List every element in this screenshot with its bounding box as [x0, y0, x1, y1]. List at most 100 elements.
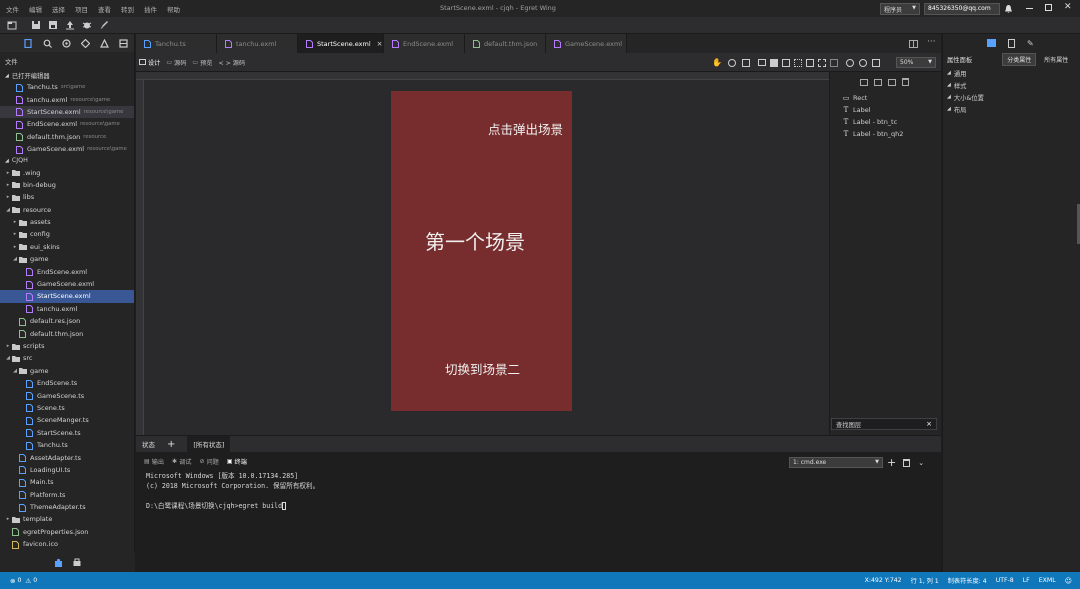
category-properties-button[interactable]: 分类属性: [1002, 53, 1037, 66]
editor-tab[interactable]: tanchu.exml: [217, 34, 298, 53]
tree-folder[interactable]: ◢ resource: [0, 204, 134, 216]
tree-folder[interactable]: ◢ game: [0, 365, 134, 377]
add-state-button[interactable]: +: [161, 436, 181, 453]
open-editor-item[interactable]: Tanchu.ts src\game: [0, 81, 134, 93]
open-editor-item[interactable]: tanchu.exml resource\game: [0, 93, 134, 105]
book-icon[interactable]: [1008, 38, 1015, 48]
menu-item[interactable]: 项目: [75, 4, 88, 14]
language-mode[interactable]: EXML: [1039, 577, 1056, 584]
tree-file[interactable]: StartScene.ts: [0, 427, 134, 439]
search-icon[interactable]: [43, 39, 52, 48]
menu-item[interactable]: 文件: [6, 4, 19, 14]
open-editor-item[interactable]: default.thm.json resource: [0, 131, 134, 143]
eol[interactable]: LF: [1023, 577, 1030, 584]
close-window-icon[interactable]: ✕: [1064, 2, 1072, 12]
user-role-select[interactable]: 程序员 ▼: [880, 3, 920, 15]
lock-icon[interactable]: [888, 78, 896, 86]
tab-size[interactable]: 制表符长度: 4: [948, 576, 987, 585]
property-section[interactable]: ◢ 样式: [943, 79, 1080, 91]
terminal-tab[interactable]: ✱ 调试: [172, 457, 191, 466]
group-icon[interactable]: [860, 78, 868, 86]
find-layer-input[interactable]: 查找图层 ×: [831, 418, 937, 430]
tree-folder[interactable]: ▸ config: [0, 228, 134, 240]
fit-screen-icon[interactable]: [871, 58, 880, 67]
mode-design[interactable]: 设计: [139, 58, 160, 67]
tree-file[interactable]: default.res.json: [0, 315, 134, 327]
zoom-in-icon[interactable]: [858, 58, 867, 67]
minimize-icon[interactable]: [1026, 8, 1033, 9]
editor-tab[interactable]: Tanchu.ts: [136, 34, 217, 53]
save-icon[interactable]: [31, 20, 41, 30]
tree-file[interactable]: GameScene.ts: [0, 389, 134, 401]
menu-item[interactable]: 插件: [144, 4, 157, 14]
encoding[interactable]: UTF-8: [996, 577, 1014, 584]
tree-folder[interactable]: ▸ eui_skins: [0, 241, 134, 253]
restore-icon[interactable]: [1045, 4, 1052, 11]
feedback-icon[interactable]: ☺: [1065, 577, 1072, 585]
extensions-icon[interactable]: [81, 38, 90, 48]
property-section[interactable]: ◢ 通用: [943, 67, 1080, 79]
mode-source[interactable]: ▭ 源码: [166, 58, 186, 67]
all-properties-button[interactable]: 所有属性: [1040, 54, 1072, 65]
state-tab-all[interactable]: [所有状态]: [187, 435, 231, 453]
editor-tab[interactable]: StartScene.exml ×: [298, 34, 384, 53]
label-scene-title[interactable]: 第一个场景: [425, 226, 525, 255]
terminal-output[interactable]: Microsoft Windows [版本 10.0.17134.285] (c)…: [136, 470, 941, 510]
label-btn-tc[interactable]: 点击弹出场景: [488, 119, 563, 138]
tree-folder[interactable]: ▸ assets: [0, 216, 134, 228]
tree-folder[interactable]: ◢ src: [0, 352, 134, 364]
tree-file[interactable]: Tanchu.ts: [0, 439, 134, 451]
save-all-icon[interactable]: [48, 20, 58, 30]
magnet-icon[interactable]: [769, 58, 778, 67]
guides-icon[interactable]: [817, 58, 826, 67]
property-section[interactable]: ◢ 布局: [943, 103, 1080, 115]
tree-file[interactable]: default.thm.json: [0, 327, 134, 339]
debug-icon[interactable]: [82, 20, 92, 30]
open-editors-header[interactable]: ◢ 已打开编辑器: [0, 70, 134, 81]
files-icon[interactable]: [24, 38, 33, 48]
tree-file[interactable]: ThemeAdapter.ts: [0, 501, 134, 513]
layers-icon[interactable]: [119, 38, 128, 48]
brush-icon[interactable]: [99, 20, 109, 30]
add-terminal-icon[interactable]: +: [887, 456, 896, 469]
mode-preview[interactable]: ▭ 预览: [192, 58, 212, 67]
snapshot-icon[interactable]: [741, 58, 750, 67]
snap-icon[interactable]: [757, 59, 766, 66]
menu-item[interactable]: 选择: [52, 4, 65, 14]
bounds-icon[interactable]: [829, 58, 838, 67]
tree-file[interactable]: LoadingUI.ts: [0, 464, 134, 476]
brush-icon[interactable]: ✎: [1027, 39, 1034, 48]
project-header[interactable]: ◢ CJQH: [0, 155, 134, 166]
tree-file[interactable]: EndScene.ts: [0, 377, 134, 389]
terminal-tab[interactable]: ▣ 终端: [227, 457, 247, 466]
tree-folder[interactable]: ▸ .wing: [0, 166, 134, 178]
tree-folder[interactable]: ▸ template: [0, 513, 134, 525]
tree-folder[interactable]: ▸ scripts: [0, 340, 134, 352]
problems-indicator[interactable]: ⊗ 0 ⚠ 0: [10, 577, 46, 585]
mode-code[interactable]: < > 源码: [218, 58, 245, 67]
line-col[interactable]: 行 1, 列 1: [911, 576, 939, 585]
label-btn-qh2[interactable]: 切换到场景二: [445, 359, 520, 378]
outline-item[interactable]: T Label - btn_tc: [830, 116, 941, 128]
tree-folder[interactable]: ◢ game: [0, 253, 134, 265]
open-editor-item[interactable]: GameScene.exml resource\game: [0, 143, 134, 155]
settings-icon[interactable]: [72, 558, 82, 568]
terminal-tab[interactable]: ▤ 输出: [144, 457, 164, 466]
menu-item[interactable]: 查看: [98, 4, 111, 14]
chevron-down-icon[interactable]: ⌄: [918, 459, 924, 467]
tree-file[interactable]: tanchu.exml: [0, 303, 134, 315]
git-icon[interactable]: [62, 38, 71, 48]
tree-file[interactable]: favicon.ico: [0, 538, 134, 550]
properties-icon[interactable]: [987, 39, 996, 47]
outline-item[interactable]: T Label: [830, 104, 941, 116]
tree-file[interactable]: AssetAdapter.ts: [0, 451, 134, 463]
outline-item[interactable]: ▭ Rect: [830, 92, 941, 104]
terminal-tab[interactable]: ⊘ 问题: [199, 457, 218, 466]
scene-rect[interactable]: 点击弹出场景 第一个场景 切换到场景二: [391, 91, 572, 411]
trash-icon[interactable]: [902, 78, 909, 86]
tree-file[interactable]: SceneManger.ts: [0, 414, 134, 426]
bell-icon[interactable]: [1004, 4, 1013, 14]
tree-file[interactable]: Main.ts: [0, 476, 134, 488]
new-project-icon[interactable]: [7, 20, 17, 30]
tree-file[interactable]: EndScene.exml: [0, 265, 134, 277]
